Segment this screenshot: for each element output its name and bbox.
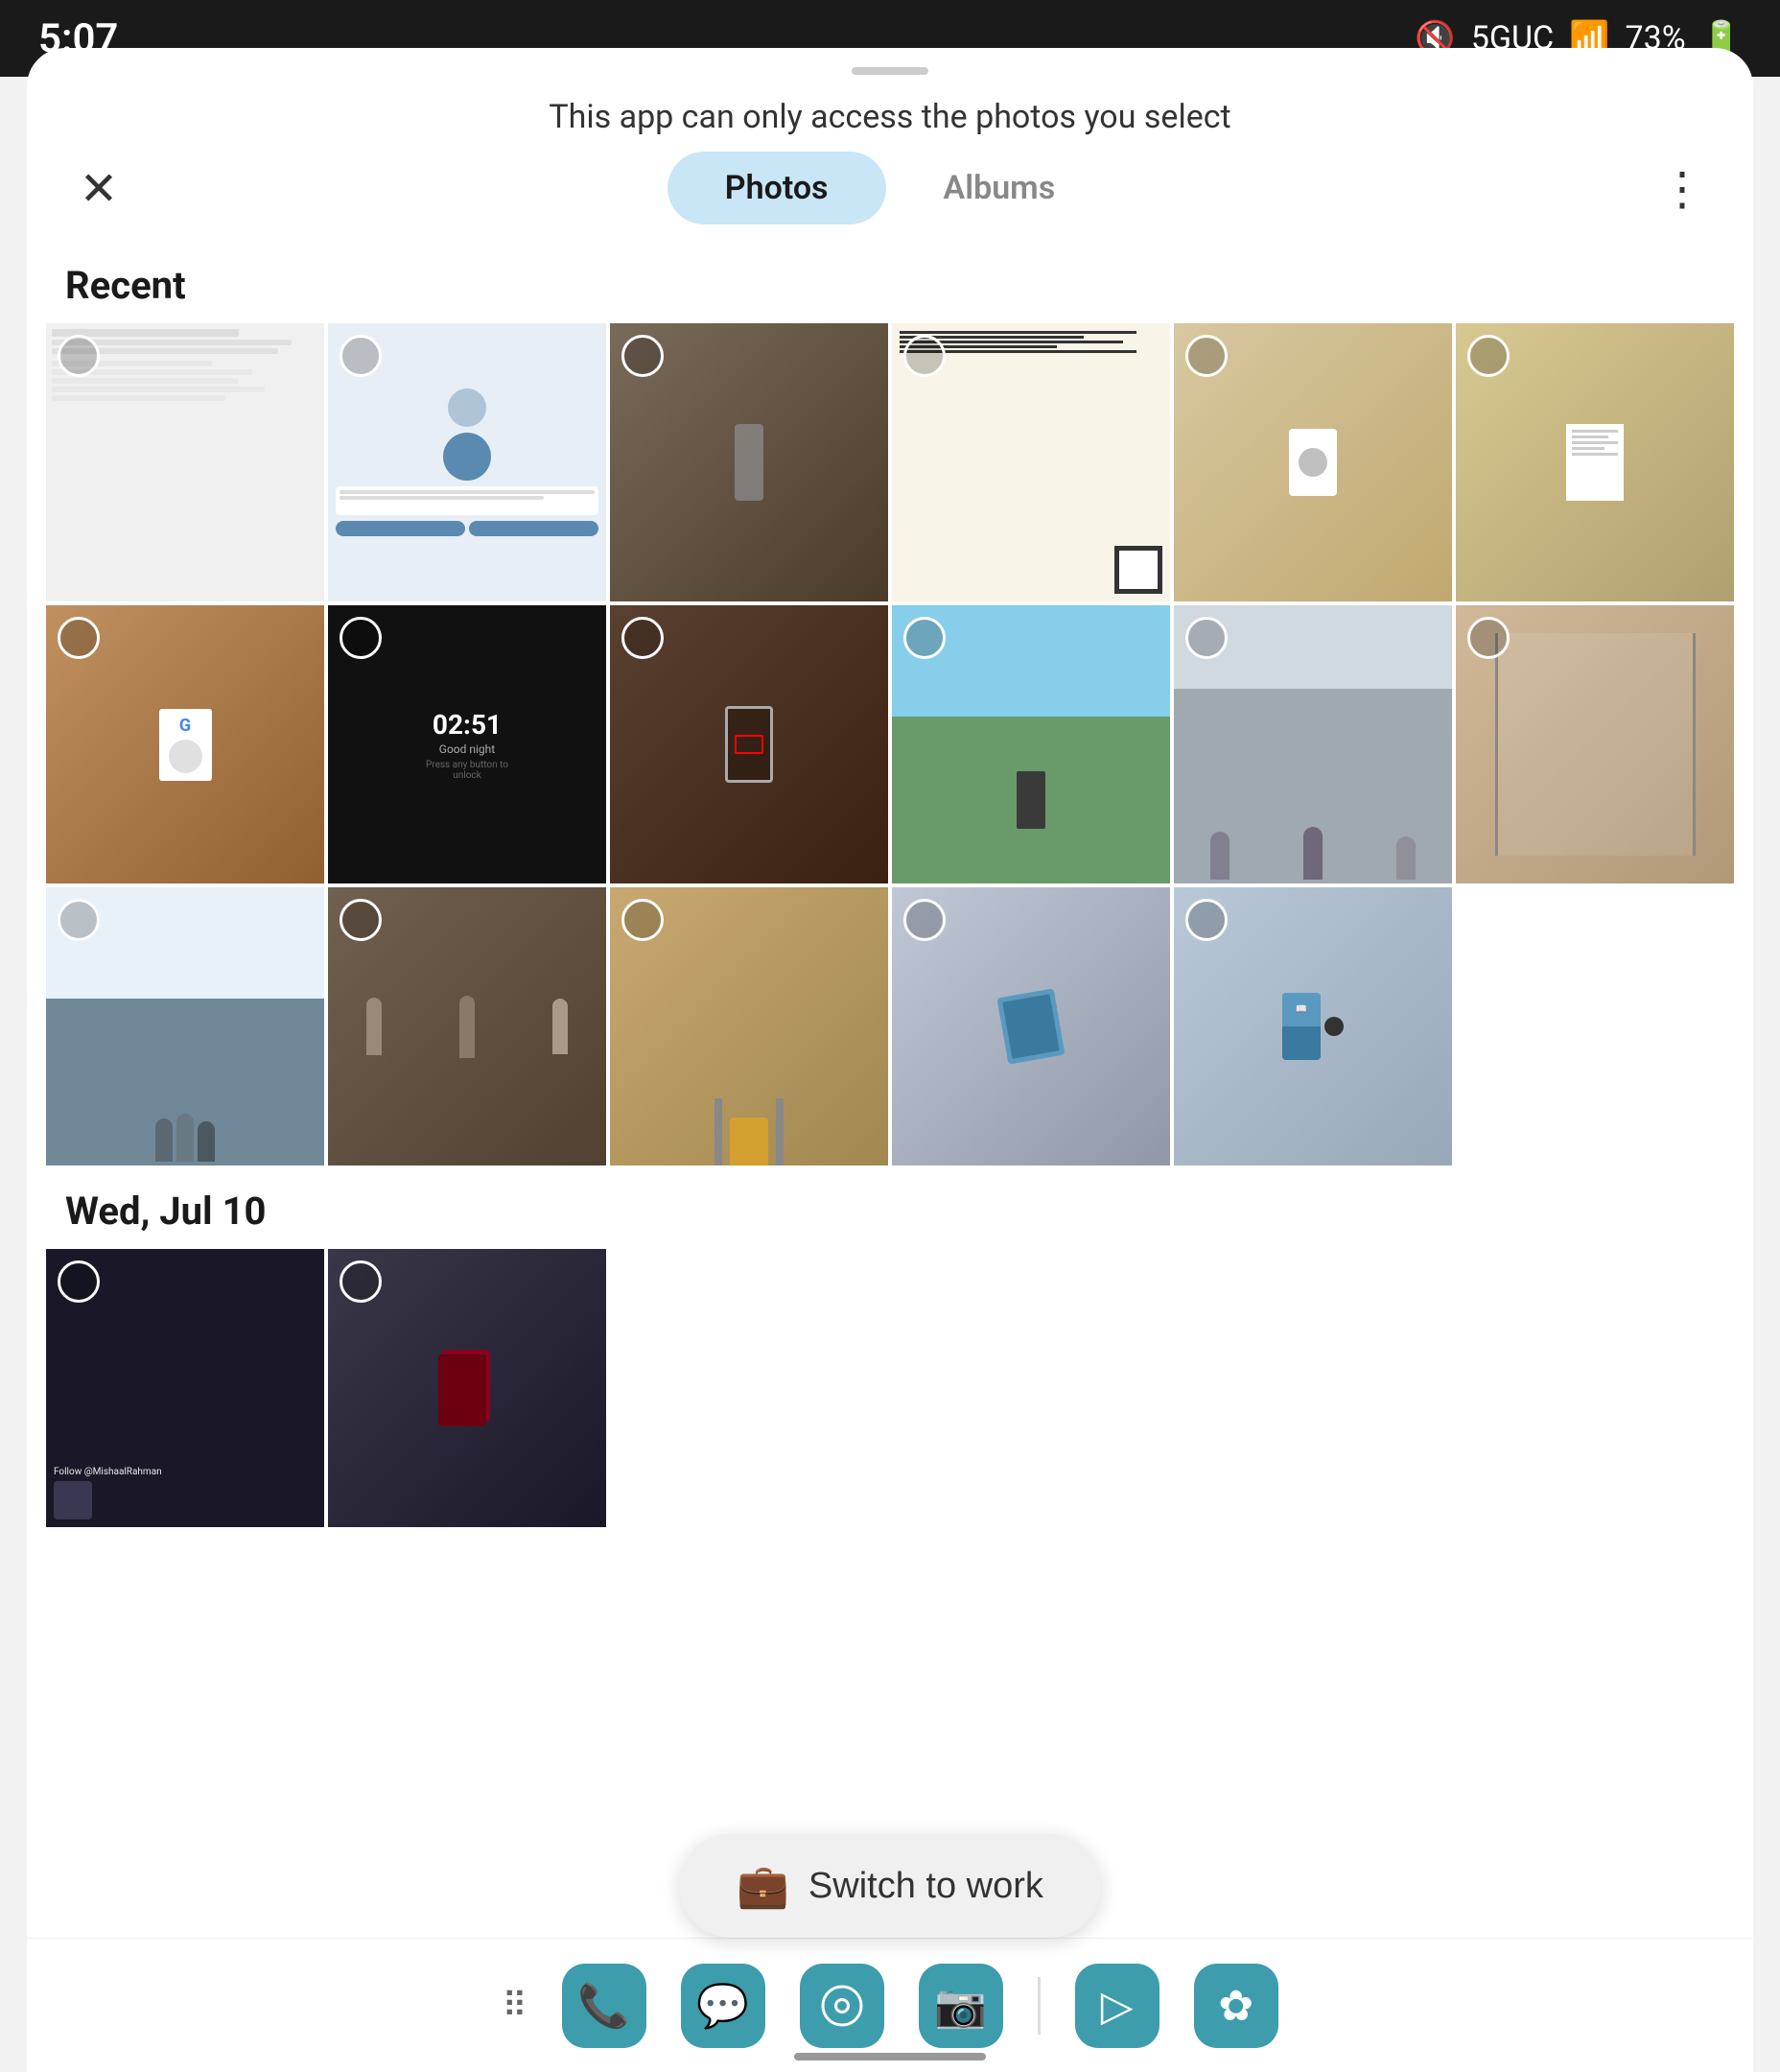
tab-albums[interactable]: Albums — [886, 152, 1113, 224]
permission-text: This app can only access the photos you … — [27, 75, 1753, 152]
nav-phone-button[interactable]: 📞 — [562, 1964, 646, 2048]
photo-select-circle[interactable] — [621, 617, 664, 659]
photo-item[interactable] — [328, 1249, 606, 1527]
nav-chrome-button[interactable] — [800, 1964, 884, 2048]
photo-item[interactable]: 📖 — [1174, 887, 1452, 1166]
photo-select-circle[interactable] — [58, 899, 100, 941]
photo-select-circle[interactable] — [903, 899, 946, 941]
nav-play-button[interactable]: ▷ — [1075, 1964, 1159, 2048]
photo-item[interactable] — [892, 323, 1170, 601]
nav-chat-button[interactable]: 💬 — [681, 1964, 765, 2048]
photo-item[interactable] — [892, 605, 1170, 883]
photo-picker-sheet: This app can only access the photos you … — [27, 48, 1753, 2072]
switch-to-work-button[interactable]: 💼 Switch to work — [679, 1834, 1101, 1938]
photo-item[interactable] — [46, 323, 324, 601]
photo-item[interactable] — [328, 323, 606, 601]
photo-item[interactable]: 02:51 Good night Press any button to unl… — [328, 605, 606, 883]
wed-jul-10-section-title: Wed, Jul 10 — [46, 1169, 1734, 1249]
photo-select-circle[interactable] — [58, 617, 100, 659]
tabs-container: Photos Albums — [132, 152, 1648, 224]
photo-item[interactable] — [1174, 605, 1452, 883]
photo-item[interactable] — [1456, 323, 1734, 601]
drag-handle[interactable] — [852, 67, 928, 75]
close-button[interactable]: ✕ — [65, 161, 132, 216]
recent-section-title: Recent — [46, 244, 1734, 323]
briefcase-icon: 💼 — [737, 1861, 789, 1911]
photo-item[interactable] — [328, 887, 606, 1166]
nav-camera-button[interactable]: 📷 — [919, 1964, 1003, 2048]
nav-bottom-indicator — [794, 2053, 986, 2060]
photo-select-circle[interactable] — [58, 335, 100, 377]
photo-item[interactable] — [1456, 605, 1734, 883]
photo-item[interactable]: Follow @MishaalRahman — [46, 1249, 324, 1527]
photo-item[interactable] — [1174, 323, 1452, 601]
bottom-nav: ⠿ 📞 💬 📷 ▷ ✿ — [27, 1938, 1753, 2072]
photo-select-circle[interactable] — [340, 1260, 382, 1303]
photo-select-circle[interactable] — [1185, 899, 1228, 941]
tab-photos[interactable]: Photos — [668, 152, 886, 224]
photo-select-circle[interactable] — [903, 335, 946, 377]
photo-grid-recent: G 02:51 Good night Press any button to u… — [46, 323, 1734, 1166]
photo-select-circle[interactable] — [58, 1260, 100, 1303]
photo-select-circle[interactable] — [1467, 335, 1510, 377]
tab-bar: ✕ Photos Albums ⋮ — [27, 152, 1753, 224]
photo-item[interactable] — [46, 887, 324, 1166]
photo-select-circle[interactable] — [1467, 617, 1510, 659]
nav-divider — [1038, 1977, 1041, 2035]
photo-select-circle[interactable] — [1185, 335, 1228, 377]
switch-to-work-container: 💼 Switch to work — [679, 1834, 1101, 1938]
photo-select-circle[interactable] — [903, 617, 946, 659]
photo-select-circle[interactable] — [340, 617, 382, 659]
photo-select-circle[interactable] — [621, 899, 664, 941]
nav-grid-button[interactable]: ⠿ — [502, 1986, 527, 2026]
photo-item[interactable] — [892, 887, 1170, 1166]
photo-item[interactable]: G — [46, 605, 324, 883]
photo-select-circle[interactable] — [1185, 617, 1228, 659]
switch-to-work-label: Switch to work — [808, 1866, 1043, 1907]
photo-select-circle[interactable] — [340, 899, 382, 941]
photo-item[interactable] — [610, 887, 888, 1166]
photo-select-circle[interactable] — [621, 335, 664, 377]
nav-flower-button[interactable]: ✿ — [1194, 1964, 1278, 2048]
photo-content: Recent — [27, 244, 1753, 2072]
photo-item[interactable] — [610, 605, 888, 883]
photo-select-circle[interactable] — [340, 335, 382, 377]
more-options-button[interactable]: ⋮ — [1648, 161, 1715, 216]
photo-item[interactable] — [610, 323, 888, 601]
photo-grid-jul10: Follow @MishaalRahman — [46, 1249, 1734, 1527]
